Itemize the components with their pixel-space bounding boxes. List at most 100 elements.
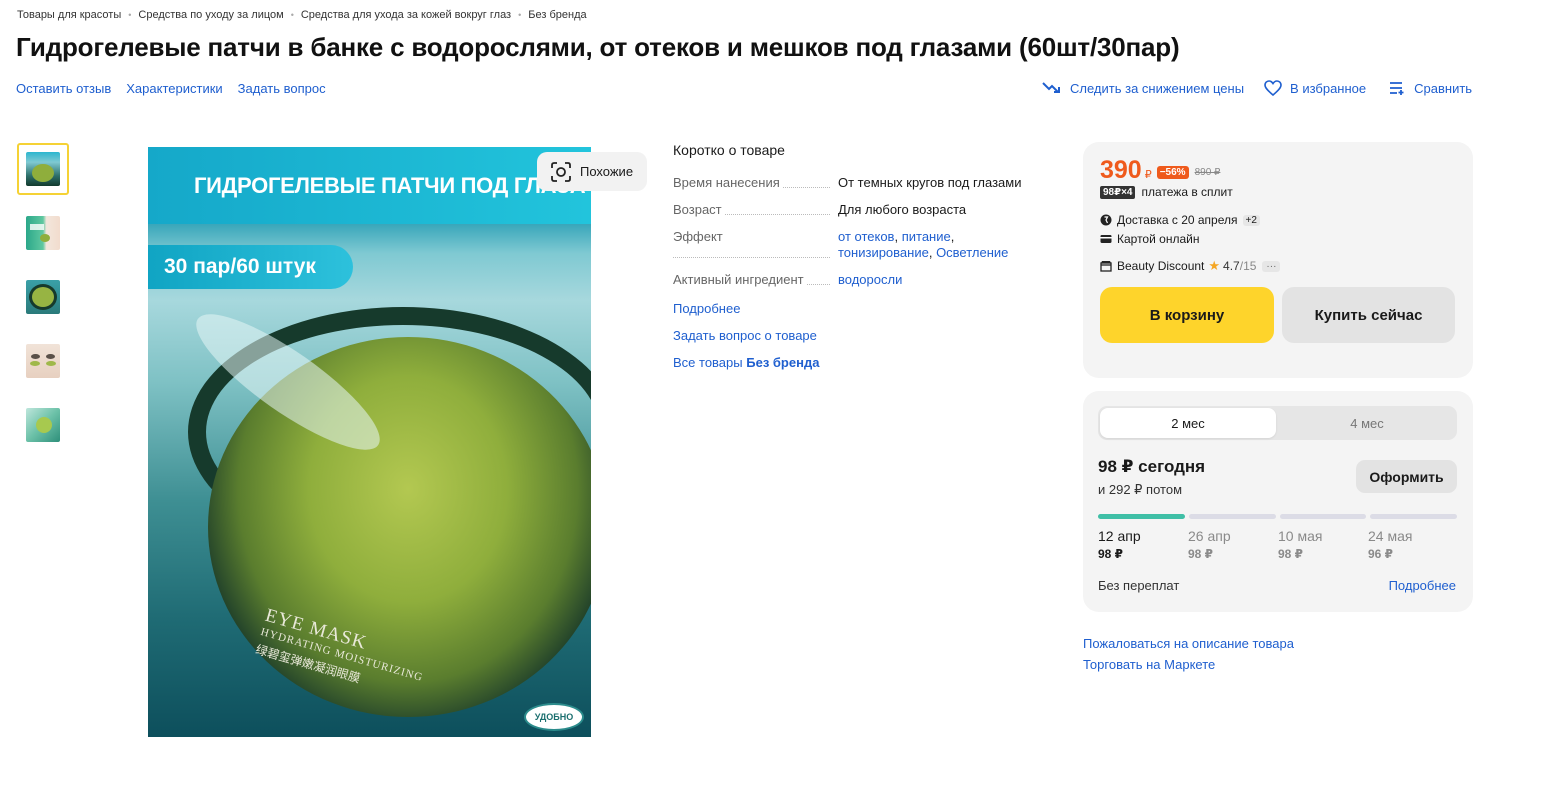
page-title: Гидрогелевые патчи в банке с водорослями…: [16, 32, 1180, 62]
split-info[interactable]: 98₽×4 платежа в сплит: [1100, 185, 1233, 199]
effect-link[interactable]: Осветление: [936, 245, 1008, 260]
term-tab-2m[interactable]: 2 мес: [1100, 408, 1276, 438]
favorite-label: В избранное: [1290, 80, 1367, 96]
shop-line[interactable]: Beauty Discount ★ 4.7/15 ···: [1100, 258, 1281, 274]
thumbnail-2[interactable]: [17, 207, 69, 259]
thumbnail-5[interactable]: [17, 399, 69, 451]
star-icon: ★: [1208, 258, 1221, 273]
payment-item: 24 мая 96 ₽: [1368, 528, 1458, 561]
payment-item: 12 апр 98 ₽: [1098, 528, 1188, 561]
shop-name: Beauty Discount: [1117, 259, 1205, 273]
effect-link[interactable]: питание: [902, 229, 951, 244]
term-selector: 2 мес 4 мес: [1098, 406, 1457, 440]
payment-progress: [1098, 514, 1457, 519]
discount-badge: −56%: [1156, 166, 1189, 179]
favorite-button[interactable]: В избранное: [1264, 80, 1366, 96]
payment-date: 12 апр: [1098, 528, 1141, 544]
short-info-heading: Коротко о товаре: [673, 142, 785, 158]
shop-icon: [1100, 261, 1112, 272]
buy-now-button[interactable]: Купить сейчас: [1282, 287, 1455, 343]
thumbnail-strip: [17, 143, 69, 463]
effect-link[interactable]: тонизирование: [838, 245, 929, 260]
payment-item: 26 апр 98 ₽: [1188, 528, 1278, 561]
ask-question-link[interactable]: Задать вопрос: [238, 81, 326, 96]
bottom-links: Пожаловаться на описание товара Торговат…: [1083, 636, 1294, 678]
thumbnail-image: [26, 280, 60, 314]
sell-on-market-link[interactable]: Торговать на Маркете: [1083, 657, 1294, 672]
progress-segment: [1279, 514, 1367, 519]
image-quantity-pill: 30 пар/60 штук: [148, 245, 353, 289]
payment-amount: 98 ₽: [1188, 547, 1214, 561]
leave-review-link[interactable]: Оставить отзыв: [16, 81, 111, 96]
ask-about-product-link[interactable]: Задать вопрос о товаре: [673, 328, 1033, 343]
more-details-link[interactable]: Подробнее: [673, 301, 1033, 316]
breadcrumb-item[interactable]: Средства по уходу за лицом: [138, 9, 283, 21]
split-more-link[interactable]: Подробнее: [1389, 578, 1456, 593]
pay-later: и 292 ₽ потом: [1098, 482, 1183, 497]
spec-key: Возраст: [673, 202, 838, 218]
thumbnail-image: [26, 408, 60, 442]
compare-icon: [1390, 82, 1404, 95]
product-tools: Следить за снижением цены В избранное Ср…: [1042, 80, 1472, 96]
progress-segment: [1098, 514, 1185, 519]
add-to-cart-button[interactable]: В корзину: [1100, 287, 1274, 343]
breadcrumb-item[interactable]: Средства для ухода за кожей вокруг глаз: [301, 9, 511, 21]
no-overpay-text: Без переплат: [1098, 578, 1180, 593]
scan-icon: [551, 161, 571, 182]
spec-row: Активный ингредиент водоросли: [673, 272, 1033, 288]
image-badge: УДОБНО: [524, 703, 584, 731]
spec-row: Возраст Для любого возраста: [673, 202, 1033, 218]
spec-key: Эффект: [673, 229, 838, 261]
spec-value: водоросли: [838, 272, 1033, 288]
payment-schedule: 12 апр 98 ₽ 26 апр 98 ₽ 10 мая 98 ₽ 24 м…: [1098, 528, 1458, 561]
product-actions: Оставить отзыв Характеристики Задать воп…: [16, 81, 326, 96]
compare-button[interactable]: Сравнить: [1389, 81, 1472, 96]
spec-key: Активный ингредиент: [673, 272, 838, 288]
apply-split-button[interactable]: Оформить: [1356, 460, 1457, 493]
specs-link[interactable]: Характеристики: [126, 81, 222, 96]
ingredient-link[interactable]: водоросли: [838, 272, 902, 287]
similar-button[interactable]: Похожие: [537, 152, 647, 191]
thumbnail-3[interactable]: [17, 271, 69, 323]
thumbnail-4[interactable]: [17, 335, 69, 387]
spec-row: Время нанесения От темных кругов под гла…: [673, 175, 1033, 191]
breadcrumb-item[interactable]: Без бренда: [528, 9, 586, 21]
thumbnail-image: [26, 216, 60, 250]
price-row: 390 ₽ −56% 890 ₽: [1100, 156, 1220, 185]
similar-label: Похожие: [580, 164, 634, 179]
delivery-more-badge[interactable]: +2: [1242, 214, 1260, 226]
spec-key: Время нанесения: [673, 175, 838, 191]
heart-icon: [1264, 80, 1282, 96]
term-tab-4m[interactable]: 4 мес: [1279, 408, 1455, 438]
image-banner: ГИДРОГЕЛЕВЫЕ ПАТЧИ ПОД ГЛАЗА: [148, 147, 591, 224]
shop-rating: 4.7/15: [1223, 259, 1257, 273]
thumbnail-1[interactable]: [17, 143, 69, 195]
spec-value: Для любого возраста: [838, 202, 967, 217]
payment-text: Картой онлайн: [1117, 232, 1200, 246]
payment-amount: 96 ₽: [1368, 547, 1394, 561]
effect-link[interactable]: от отеков: [838, 229, 894, 244]
spec-value: От темных кругов под глазами: [838, 175, 1022, 190]
product-main-image[interactable]: ГИДРОГЕЛЕВЫЕ ПАТЧИ ПОД ГЛАЗА 30 пар/60 ш…: [148, 147, 591, 737]
progress-segment: [1370, 514, 1457, 519]
card-icon: [1100, 235, 1112, 243]
delivery-line[interactable]: Доставка с 20 апреля +2: [1100, 213, 1260, 227]
split-text: платежа в сплит: [1141, 185, 1233, 199]
buy-card: 390 ₽ −56% 890 ₽ 98₽×4 платежа в сплит Д…: [1083, 142, 1473, 378]
spec-row: Эффект от отеков, питание, тонизирование…: [673, 229, 1033, 261]
split-tag: 98₽×4: [1100, 185, 1136, 199]
all-brand-products-link[interactable]: Все товары Без бренда: [673, 355, 1033, 370]
payment-date: 26 апр: [1188, 528, 1231, 544]
delivery-icon: [1100, 214, 1112, 226]
payment-item: 10 мая 98 ₽: [1278, 528, 1368, 561]
track-price-button[interactable]: Следить за снижением цены: [1042, 81, 1244, 96]
price-down-icon: [1042, 82, 1060, 93]
payment-date: 24 мая: [1368, 528, 1413, 544]
payment-line: Картой онлайн: [1100, 232, 1199, 246]
report-description-link[interactable]: Пожаловаться на описание товара: [1083, 636, 1294, 651]
breadcrumb-item[interactable]: Товары для красоты: [17, 9, 121, 21]
more-dots-button[interactable]: ···: [1262, 260, 1281, 272]
breadcrumb-separator: •: [290, 10, 294, 20]
progress-segment: [1188, 514, 1276, 519]
split-plan-card: 2 мес 4 мес 98 ₽ сегодня и 292 ₽ потом О…: [1083, 391, 1473, 612]
